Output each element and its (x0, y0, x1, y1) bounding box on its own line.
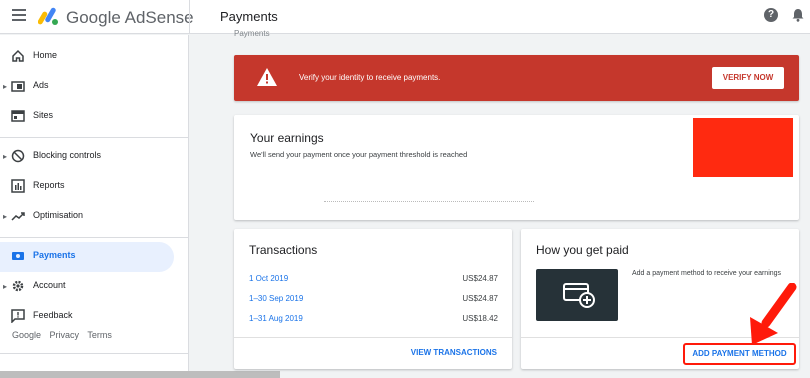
earnings-title: Your earnings (250, 131, 324, 145)
earnings-card: Your earnings We'll send your payment on… (234, 115, 799, 220)
verify-now-button[interactable]: VERIFY NOW (712, 67, 784, 89)
home-icon (12, 49, 24, 62)
adsense-logo-icon (38, 7, 58, 25)
sites-icon (11, 110, 25, 122)
transactions-card: Transactions 1 Oct 2019 US$24.87 1–30 Se… (234, 229, 512, 369)
add-payment-method-button[interactable]: ADD PAYMENT METHOD (683, 343, 796, 365)
transaction-amount: US$18.42 (462, 314, 498, 323)
sidebar-divider (0, 353, 189, 354)
expand-caret-icon[interactable]: ▸ (3, 212, 7, 221)
sidebar-item-label: Ads (33, 80, 49, 90)
table-row: 1–31 Aug 2019 US$18.42 (249, 314, 498, 326)
add-card-icon (563, 283, 595, 308)
how-paid-title: How you get paid (536, 243, 629, 257)
reports-icon (11, 179, 25, 193)
sidebar-item-label: Sites (33, 110, 54, 120)
payment-method-tile[interactable] (536, 269, 618, 321)
payment-method-description: Add a payment method to receive your ear… (632, 270, 782, 277)
breadcrumb: Payments (234, 29, 270, 38)
expand-caret-icon[interactable]: ▸ (3, 82, 7, 91)
table-row: 1 Oct 2019 US$24.87 (249, 274, 498, 286)
transaction-date-link[interactable]: 1–31 Aug 2019 (249, 314, 303, 323)
sidebar-item-payments[interactable]: Payments (0, 242, 174, 272)
privacy-link[interactable]: Privacy (50, 330, 80, 340)
transactions-title: Transactions (249, 243, 318, 257)
sidebar-item-label: Home (33, 50, 58, 60)
view-transactions-button[interactable]: VIEW TRANSACTIONS (411, 348, 497, 357)
google-link[interactable]: Google (12, 330, 41, 340)
sidebar-item-feedback[interactable]: Feedback (0, 302, 174, 332)
redacted-overlay (693, 118, 793, 177)
expand-caret-icon[interactable]: ▸ (3, 282, 7, 291)
browser-status-bar (0, 371, 280, 378)
sidebar-item-label: Payments (33, 250, 76, 260)
terms-link[interactable]: Terms (87, 330, 112, 340)
sidebar-item-ads[interactable]: ▸ Ads (0, 72, 174, 102)
block-icon (11, 149, 25, 163)
expand-caret-icon[interactable]: ▸ (3, 152, 7, 161)
table-row: 1–30 Sep 2019 US$24.87 (249, 294, 498, 306)
sidebar-item-blocking-controls[interactable]: ▸ Blocking controls (0, 142, 174, 172)
sidebar-item-account[interactable]: ▸ Account (0, 272, 174, 302)
sidebar-item-label: Account (33, 280, 66, 290)
sidebar-divider (0, 137, 189, 138)
sidebar-item-label: Reports (33, 180, 65, 190)
sidebar-divider (0, 237, 189, 238)
sidebar: Home ▸ Ads Sites ▸ Blocking controls Rep… (0, 35, 189, 378)
transaction-amount: US$24.87 (462, 274, 498, 283)
alert-message: Verify your identity to receive payments… (299, 73, 441, 82)
trend-icon (11, 212, 25, 221)
notifications-bell-icon[interactable] (792, 8, 804, 22)
gear-icon (12, 280, 24, 292)
sidebar-item-label: Feedback (33, 310, 73, 320)
payments-icon (12, 252, 24, 260)
ads-icon (11, 81, 25, 92)
sidebar-footer: Google Privacy Terms (12, 330, 118, 340)
sidebar-item-sites[interactable]: Sites (0, 102, 174, 132)
menu-icon[interactable] (12, 9, 26, 23)
page-title: Payments (220, 9, 278, 24)
top-app-bar: Google AdSense Payments ? (0, 0, 810, 34)
brand-name: Google AdSense (66, 8, 194, 27)
sidebar-item-optimisation[interactable]: ▸ Optimisation (0, 202, 174, 232)
sidebar-item-label: Optimisation (33, 210, 84, 220)
earnings-subtitle: We'll send your payment once your paymen… (250, 150, 468, 159)
earnings-placeholder-line (324, 201, 534, 203)
sidebar-item-home[interactable]: Home (0, 42, 174, 72)
sidebar-item-label: Blocking controls (33, 150, 102, 160)
transaction-amount: US$24.87 (462, 294, 498, 303)
red-arrow-annotation-icon (750, 283, 797, 345)
header-divider (189, 0, 190, 34)
transaction-date-link[interactable]: 1–30 Sep 2019 (249, 294, 303, 303)
sidebar-item-reports[interactable]: Reports (0, 172, 174, 202)
feedback-icon (11, 309, 25, 323)
transaction-date-link[interactable]: 1 Oct 2019 (249, 274, 288, 283)
warning-icon (257, 68, 277, 86)
help-icon[interactable]: ? (764, 8, 778, 22)
verify-identity-alert: Verify your identity to receive payments… (234, 55, 799, 101)
card-divider (234, 337, 512, 338)
